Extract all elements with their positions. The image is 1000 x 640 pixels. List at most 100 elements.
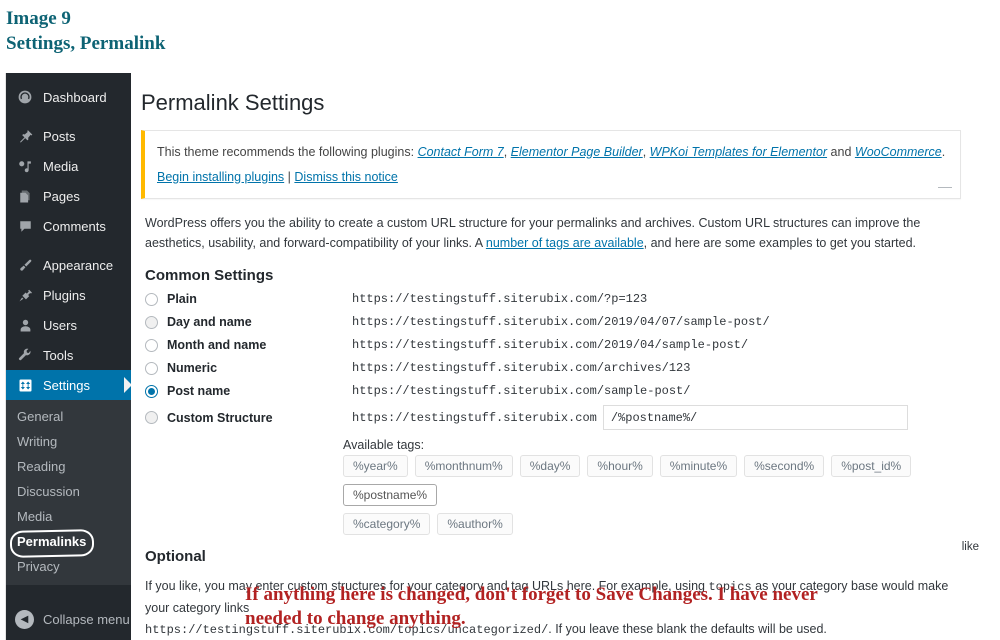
sidebar-item-comments[interactable]: Comments <box>6 211 131 241</box>
permalink-option-plain[interactable]: Plain https://testingstuff.siterubix.com… <box>145 288 973 311</box>
submenu-item-writing[interactable]: Writing <box>6 429 131 454</box>
figure-caption: Image 9 Settings, Permalink <box>6 6 165 56</box>
notice-intro: This theme recommends the following plug… <box>157 144 415 159</box>
notice-dismiss-icon[interactable] <box>938 186 952 188</box>
tag-button-postname[interactable]: %postname% <box>343 483 438 506</box>
settings-submenu: General Writing Reading Discussion Media… <box>6 400 131 585</box>
wordpress-admin-window: Dashboard Posts Media Pages Comments App… <box>5 73 991 640</box>
option-url: https://testingstuff.siterubix.com/sampl… <box>352 384 691 399</box>
media-icon <box>15 156 35 176</box>
notice-line-1: This theme recommends the following plug… <box>157 144 946 159</box>
option-label: Month and name <box>167 338 267 353</box>
option-label: Day and name <box>167 315 252 330</box>
permalink-option-month-and-name[interactable]: Month and name https://testingstuff.site… <box>145 334 973 357</box>
submenu-item-media[interactable]: Media <box>6 504 131 529</box>
submenu-item-general[interactable]: General <box>6 404 131 429</box>
sidebar-divider <box>6 241 131 250</box>
radio-plain[interactable] <box>145 292 158 306</box>
sidebar-label: Users <box>43 317 77 333</box>
available-tags-label: Available tags: <box>343 437 425 452</box>
permalink-option-day-and-name[interactable]: Day and name https://testingstuff.siteru… <box>145 311 973 334</box>
collapse-menu-label: Collapse menu <box>43 611 130 627</box>
option-url: https://testingstuff.siterubix.com/2019/… <box>352 338 749 353</box>
option-url: https://testingstuff.siterubix.com/archi… <box>352 361 691 376</box>
permalink-option-post-name[interactable]: Post name https://testingstuff.siterubix… <box>145 380 973 403</box>
sidebar-label: Tools <box>43 347 74 363</box>
tag-button-monthnum[interactable]: %monthnum% <box>414 454 513 477</box>
notice-line-2: Begin installing plugins | Dismiss this … <box>157 166 948 188</box>
submenu-item-permalinks[interactable]: Permalinks <box>6 529 131 558</box>
sidebar-label: Dashboard <box>43 89 107 105</box>
sidebar-item-dashboard[interactable]: Dashboard <box>6 82 131 112</box>
description-part-2: , and here are some examples to get you … <box>643 235 917 250</box>
caption-line-1: Image 9 <box>6 8 71 29</box>
sidebar-item-plugins[interactable]: Plugins <box>6 280 131 310</box>
tag-button-post-id[interactable]: %post_id% <box>831 454 912 477</box>
tag-button-second[interactable]: %second% <box>744 454 825 477</box>
sidebar-label: Plugins <box>43 287 86 303</box>
common-settings-heading: Common Settings <box>145 266 274 284</box>
sidebar-item-pages[interactable]: Pages <box>6 181 131 211</box>
radio-post-name[interactable] <box>145 384 158 398</box>
number-of-tags-link[interactable]: number of tags are available <box>486 236 644 250</box>
collapse-menu-button[interactable]: ◀ Collapse menu <box>6 604 131 634</box>
notice-divider: | <box>287 169 291 184</box>
plug-icon <box>15 285 35 305</box>
tag-button-category[interactable]: %category% <box>343 512 431 535</box>
option-url: https://testingstuff.siterubix.com/2019/… <box>352 315 770 330</box>
sidebar-item-settings[interactable]: Settings <box>6 370 132 400</box>
option-label: Numeric <box>167 361 218 376</box>
dismiss-this-notice-link[interactable]: Dismiss this notice <box>294 170 398 184</box>
option-label: Post name <box>167 384 231 399</box>
available-tags-row-1: %year% %monthnum% %day% %hour% %minute% … <box>343 454 943 506</box>
submenu-item-discussion[interactable]: Discussion <box>6 479 131 504</box>
radio-month-and-name[interactable] <box>145 338 158 352</box>
chevron-left-icon: ◀ <box>15 609 34 629</box>
permalink-option-numeric[interactable]: Numeric https://testingstuff.siterubix.c… <box>145 357 973 380</box>
option-label: Custom Structure <box>167 410 273 425</box>
radio-numeric[interactable] <box>145 361 158 375</box>
sidebar-divider <box>6 112 131 121</box>
radio-custom-structure[interactable] <box>145 411 158 425</box>
pages-icon <box>15 186 35 206</box>
begin-installing-plugins-link[interactable]: Begin installing plugins <box>157 170 284 184</box>
admin-content: Permalink Settings This theme recommends… <box>131 73 991 640</box>
custom-structure-input[interactable]: /%postname%/ <box>602 405 908 431</box>
sidebar-label: Appearance <box>43 257 114 273</box>
user-icon <box>15 315 35 335</box>
sidebar-item-appearance[interactable]: Appearance <box>6 250 131 280</box>
submenu-item-privacy[interactable]: Privacy <box>6 554 131 579</box>
tag-button-hour[interactable]: %hour% <box>587 454 653 477</box>
custom-structure-prefix: https://testingstuff.siterubix.com <box>352 410 597 425</box>
plugin-link-contact-form-7[interactable]: Contact Form 7 <box>418 145 504 159</box>
sidebar-item-posts[interactable]: Posts <box>6 121 131 151</box>
tag-button-day[interactable]: %day% <box>519 454 581 477</box>
plugin-link-woocommerce[interactable]: WooCommerce <box>855 145 942 159</box>
caption-line-2: Settings, Permalink <box>6 33 166 54</box>
available-tags-row-2: %category% %author% <box>343 512 943 535</box>
sidebar-item-users[interactable]: Users <box>6 310 131 340</box>
plugin-link-wpkoi[interactable]: WPKoi Templates for Elementor <box>650 145 827 159</box>
page-title: Permalink Settings <box>141 90 325 115</box>
dashboard-icon <box>15 87 35 107</box>
pin-icon <box>15 126 35 146</box>
radio-day-and-name[interactable] <box>145 315 158 329</box>
tag-button-year[interactable]: %year% <box>343 454 408 477</box>
tag-button-minute[interactable]: %minute% <box>659 454 738 477</box>
sidebar-label: Media <box>43 158 79 174</box>
brush-icon <box>15 255 35 275</box>
plugin-link-elementor[interactable]: Elementor Page Builder <box>511 145 643 159</box>
submenu-item-reading[interactable]: Reading <box>6 454 131 479</box>
permalink-option-custom-structure[interactable]: Custom Structure https://testingstuff.si… <box>145 403 973 433</box>
option-url: https://testingstuff.siterubix.com/?p=12… <box>352 292 648 307</box>
option-label: Plain <box>167 292 197 307</box>
sidebar-label: Posts <box>43 128 76 144</box>
tag-button-author[interactable]: %author% <box>437 512 513 535</box>
comment-icon <box>15 216 35 236</box>
sidebar-label: Settings <box>43 377 90 393</box>
sidebar-item-media[interactable]: Media <box>6 151 131 181</box>
screenshot-root: Image 9 Settings, Permalink Dashboard Po… <box>0 0 1000 640</box>
wrench-icon <box>15 345 35 365</box>
sidebar-item-tools[interactable]: Tools <box>6 340 131 370</box>
red-annotation-note: If anything here is changed, don't forge… <box>245 584 818 629</box>
